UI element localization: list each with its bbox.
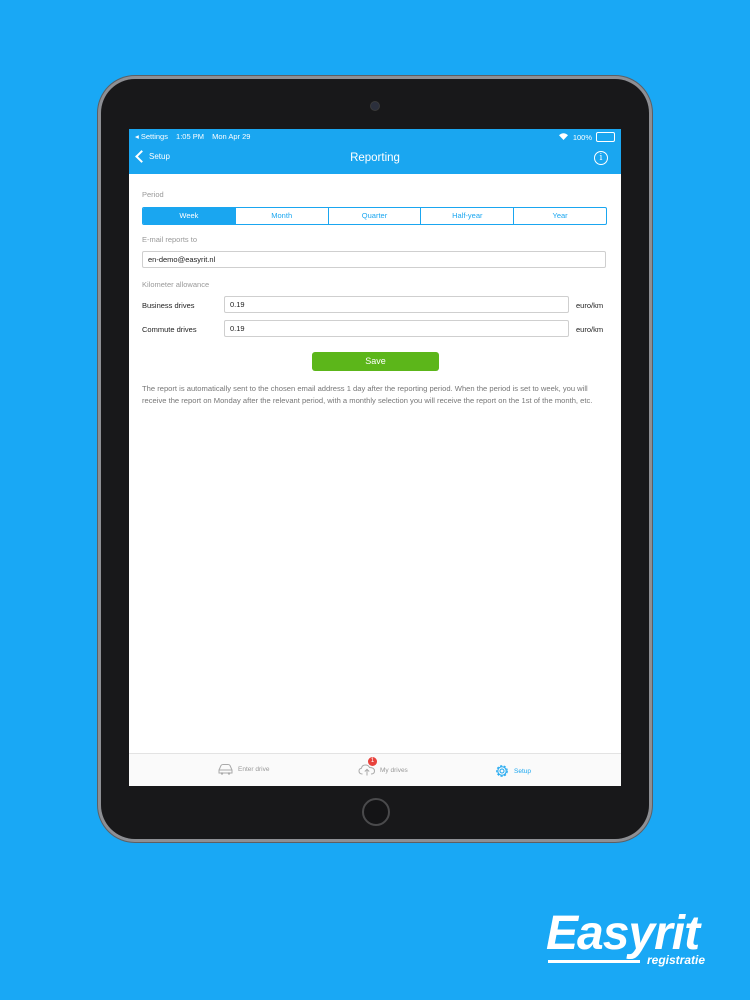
period-option-half-year[interactable]: Half-year xyxy=(421,208,515,224)
wifi-icon xyxy=(558,132,568,142)
period-option-month[interactable]: Month xyxy=(236,208,329,224)
status-time: 1:05 PM xyxy=(176,132,204,141)
my-drives-badge: 1 xyxy=(368,757,377,766)
commute-drives-input[interactable]: 0.19 xyxy=(224,320,569,337)
battery-icon xyxy=(596,132,615,142)
tab-my-drives-label: My drives xyxy=(380,767,408,774)
tab-enter-drive-label: Enter drive xyxy=(238,765,270,773)
home-button[interactable] xyxy=(362,798,390,826)
business-drives-input[interactable]: 0.19 xyxy=(224,296,569,313)
period-label: Period xyxy=(142,190,164,199)
logo-subtitle: registratie xyxy=(647,953,706,967)
tab-setup[interactable]: Setup xyxy=(494,763,531,779)
tab-my-drives[interactable]: 1 My drives xyxy=(358,757,408,778)
commute-drives-unit: euro/km xyxy=(576,325,604,334)
business-drives-label: Business drives xyxy=(142,301,195,310)
business-drives-unit: euro/km xyxy=(576,301,604,310)
tab-bar: Enter drive 1 My drives Setup xyxy=(129,753,621,786)
status-back-app[interactable]: ◂ Settings xyxy=(135,132,168,141)
easyrit-logo: Easyrit registratie xyxy=(546,907,705,968)
battery-percent: 100% xyxy=(572,132,592,142)
status-date: Mon Apr 29 xyxy=(212,132,251,141)
email-field[interactable]: en-demo@easyrit.nl xyxy=(142,251,606,268)
logo-word: Easyrit xyxy=(546,907,700,960)
commute-drives-label: Commute drives xyxy=(142,325,197,334)
tab-enter-drive[interactable]: Enter drive xyxy=(217,763,269,775)
period-option-quarter[interactable]: Quarter xyxy=(329,208,422,224)
page-title: Reporting xyxy=(350,152,400,164)
email-label: E-mail reports to xyxy=(142,235,198,244)
nav-bar: Setup Reporting i xyxy=(129,144,621,174)
app-screen: ◂ Settings 1:05 PM Mon Apr 29 100% Setup… xyxy=(129,129,621,786)
gear-icon xyxy=(496,765,508,777)
period-option-week[interactable]: Week xyxy=(143,208,236,224)
period-selector: Week Month Quarter Half-year Year xyxy=(142,207,607,225)
car-icon xyxy=(218,764,233,775)
allowance-label: Kilometer allowance xyxy=(142,280,210,289)
save-button[interactable]: Save xyxy=(312,352,439,371)
info-icon[interactable]: i xyxy=(594,151,608,165)
camera-icon xyxy=(371,102,379,110)
report-info-text: The report is automatically sent to the … xyxy=(142,384,593,405)
status-bar: ◂ Settings 1:05 PM Mon Apr 29 100% xyxy=(129,129,621,144)
tab-setup-label: Setup xyxy=(514,767,531,775)
logo-underline xyxy=(548,960,640,963)
period-option-year[interactable]: Year xyxy=(514,208,606,224)
